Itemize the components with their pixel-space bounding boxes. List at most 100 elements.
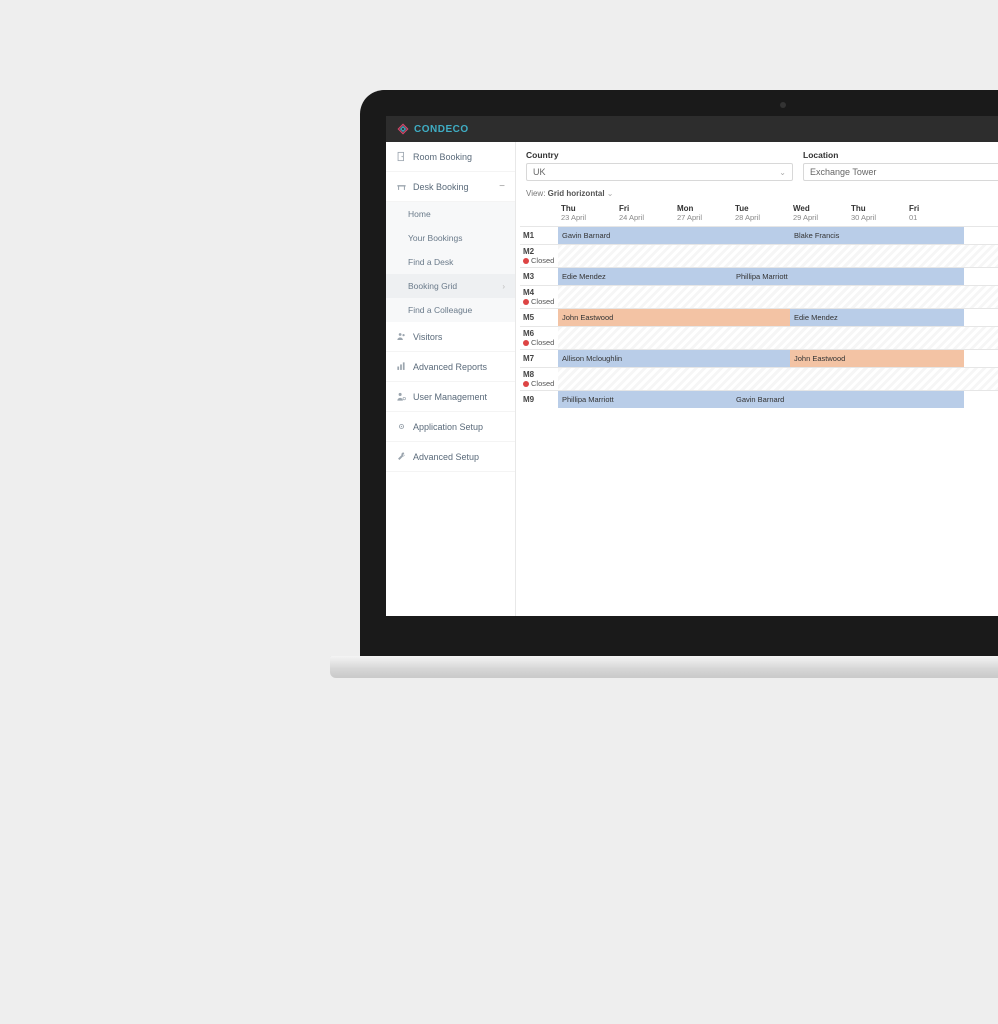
laptop-base <box>330 656 998 678</box>
grid-cell[interactable] <box>790 327 848 349</box>
grid-cell[interactable] <box>616 368 674 390</box>
nav-user-management[interactable]: User Management <box>386 382 515 412</box>
grid-cell[interactable] <box>906 368 964 390</box>
row-cells: Edie MendezPhillipa Marriott <box>558 268 998 285</box>
day-name: Tue <box>735 204 787 213</box>
filter-location: Location Exchange Tower ⌄ <box>803 150 998 181</box>
desk-id: M1 <box>523 231 555 240</box>
brand: CONDECO <box>396 122 469 136</box>
chart-icon <box>396 361 407 372</box>
day-date: 29 April <box>793 213 845 222</box>
view-value[interactable]: Grid horizontal <box>548 189 605 198</box>
grid-cell[interactable] <box>558 245 616 267</box>
grid-cell[interactable] <box>616 286 674 308</box>
grid-cell[interactable] <box>848 327 906 349</box>
closed-text: Closed <box>531 379 554 388</box>
nav-visitors[interactable]: Visitors <box>386 322 515 352</box>
row-label: M4Closed <box>520 286 558 308</box>
grid-rows: M1Gavin BarnardBlake FrancisM2ClosedM3Ed… <box>520 226 998 408</box>
booking-block[interactable]: Phillipa Marriott <box>558 391 732 408</box>
filters-row: Country UK ⌄ Location Exchange Tower ⌄ <box>516 142 998 187</box>
grid-cell[interactable] <box>732 286 790 308</box>
grid-cell[interactable] <box>906 245 964 267</box>
grid-cell[interactable] <box>732 327 790 349</box>
laptop-frame: CONDECO 15/11/2017 | Room Booking Desk B… <box>360 90 998 678</box>
booking-block[interactable]: Edie Mendez <box>558 268 732 285</box>
row-cells: Gavin BarnardBlake Francis <box>558 227 998 244</box>
country-select[interactable]: UK ⌄ <box>526 163 793 181</box>
row-label: M2Closed <box>520 245 558 267</box>
grid-row: M8Closed <box>520 367 998 390</box>
booking-block[interactable]: Gavin Barnard <box>732 391 964 408</box>
row-cells <box>558 327 998 349</box>
grid-cell[interactable] <box>790 245 848 267</box>
grid-cell[interactable] <box>558 368 616 390</box>
grid-cell[interactable] <box>790 368 848 390</box>
closed-text: Closed <box>531 297 554 306</box>
grid-cell[interactable] <box>674 327 732 349</box>
closed-dot-icon <box>523 381 529 387</box>
booking-block[interactable]: Allison Mcloughlin <box>558 350 790 367</box>
day-header: Wed29 April <box>790 202 848 226</box>
day-name: Wed <box>793 204 845 213</box>
grid-cell[interactable] <box>848 245 906 267</box>
wrench-icon <box>396 451 407 462</box>
sub-find-a-colleague[interactable]: Find a Colleague <box>386 298 515 322</box>
grid-row: M4Closed <box>520 285 998 308</box>
grid-cell[interactable] <box>674 286 732 308</box>
booking-block[interactable]: John Eastwood <box>558 309 790 326</box>
sub-your-bookings[interactable]: Your Bookings <box>386 226 515 250</box>
brand-logo-icon <box>396 122 410 136</box>
grid-cell[interactable] <box>848 368 906 390</box>
booking-block[interactable]: Gavin Barnard <box>558 227 790 244</box>
grid-cell[interactable] <box>616 327 674 349</box>
row-cells: Allison McloughlinJohn Eastwood <box>558 350 998 367</box>
grid-cell[interactable] <box>558 286 616 308</box>
nav-advanced-setup[interactable]: Advanced Setup <box>386 442 515 472</box>
desk-icon <box>396 181 407 192</box>
nav-room-booking[interactable]: Room Booking <box>386 142 515 172</box>
sub-label: Booking Grid <box>408 281 457 291</box>
row-cells <box>558 245 998 267</box>
grid-row: M2Closed <box>520 244 998 267</box>
location-select[interactable]: Exchange Tower ⌄ <box>803 163 998 181</box>
day-date: 27 April <box>677 213 729 222</box>
grid-cell[interactable] <box>558 327 616 349</box>
nav-application-setup[interactable]: Application Setup <box>386 412 515 442</box>
day-date: 01 <box>909 213 961 222</box>
desk-id: M9 <box>523 395 555 404</box>
grid-cell[interactable] <box>674 368 732 390</box>
closed-badge: Closed <box>523 256 555 265</box>
grid-cell[interactable] <box>848 286 906 308</box>
booking-block[interactable]: Blake Francis <box>790 227 964 244</box>
sub-home[interactable]: Home <box>386 202 515 226</box>
select-value: UK <box>533 167 546 177</box>
select-value: Exchange Tower <box>810 167 876 177</box>
grid-cell[interactable] <box>732 368 790 390</box>
nav-advanced-reports[interactable]: Advanced Reports <box>386 352 515 382</box>
grid-cell[interactable] <box>732 245 790 267</box>
booking-block[interactable]: John Eastwood <box>790 350 964 367</box>
sub-find-a-desk[interactable]: Find a Desk <box>386 250 515 274</box>
grid-cell[interactable] <box>906 327 964 349</box>
sub-label: Home <box>408 209 431 219</box>
day-header: Tue28 April <box>732 202 790 226</box>
booking-block[interactable]: Edie Mendez <box>790 309 964 326</box>
grid-cell[interactable] <box>906 286 964 308</box>
grid-row: M3Edie MendezPhillipa Marriott <box>520 267 998 285</box>
grid-corner <box>520 202 558 226</box>
sub-label: Find a Colleague <box>408 305 472 315</box>
grid-cell[interactable] <box>674 245 732 267</box>
people-icon <box>396 331 407 342</box>
filter-label: Country <box>526 150 793 160</box>
grid-row: M1Gavin BarnardBlake Francis <box>520 226 998 244</box>
nav-desk-booking[interactable]: Desk Booking − <box>386 172 515 202</box>
sub-booking-grid[interactable]: Booking Grid › <box>386 274 515 298</box>
booking-block[interactable]: Phillipa Marriott <box>732 268 964 285</box>
grid-cell[interactable] <box>790 286 848 308</box>
closed-dot-icon <box>523 258 529 264</box>
day-date: 30 April <box>851 213 903 222</box>
main-panel: Country UK ⌄ Location Exchange Tower ⌄ <box>516 142 998 616</box>
grid-cell[interactable] <box>616 245 674 267</box>
day-name: Mon <box>677 204 729 213</box>
